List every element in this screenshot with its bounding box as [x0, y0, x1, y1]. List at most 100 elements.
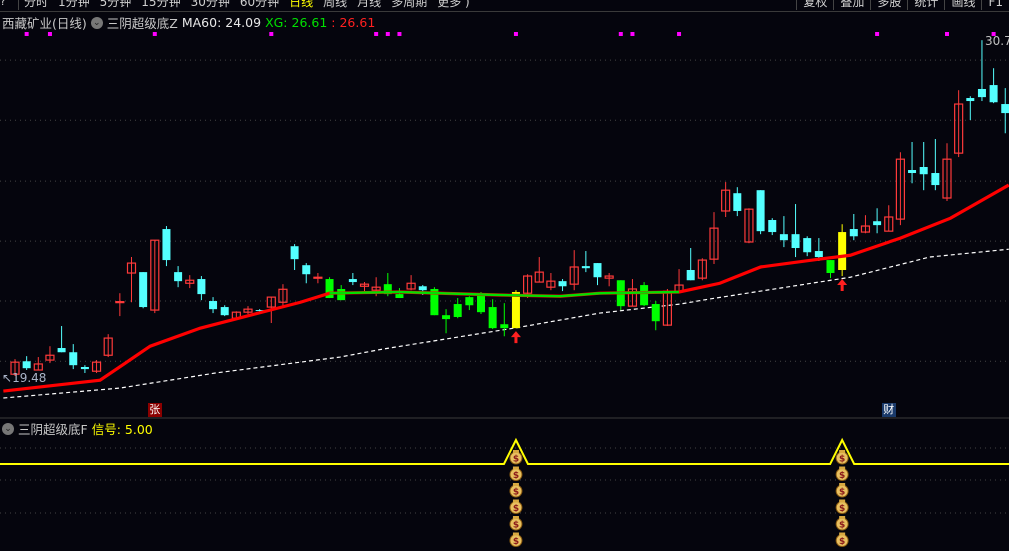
candle-body — [197, 279, 206, 295]
candle-body — [873, 221, 882, 226]
candle-body — [1001, 104, 1009, 114]
money-bag-tie — [839, 450, 846, 453]
candle-body — [488, 307, 497, 329]
candle-body — [348, 279, 357, 283]
candle-body — [756, 190, 765, 232]
candle-body — [395, 294, 404, 299]
signal-dot — [677, 32, 682, 36]
dollar-sign: $ — [513, 537, 519, 547]
signal-dot — [630, 32, 635, 36]
signal-dot — [618, 32, 623, 36]
lower-indicator-name[interactable]: 三阴超级底F — [18, 419, 88, 438]
candle-body — [826, 260, 835, 274]
candle-body — [593, 263, 602, 278]
money-bag-tie — [512, 499, 519, 503]
candle-body — [290, 246, 299, 260]
arrow-left-icon: ↖ — [2, 371, 13, 385]
event-badge[interactable]: 财 — [881, 403, 896, 417]
candle-body — [22, 361, 31, 369]
candle-body — [989, 85, 998, 103]
signal-dot — [945, 32, 949, 36]
signal-dot — [47, 32, 52, 36]
candle-body — [768, 220, 777, 233]
ma-red-line — [3, 183, 1009, 393]
candle-body — [779, 234, 788, 241]
candle-body — [418, 286, 427, 291]
candle-body — [977, 88, 986, 98]
candle-body — [686, 270, 695, 281]
candle-body — [931, 173, 940, 186]
money-bag-tie — [512, 516, 519, 519]
signal-dot — [875, 32, 880, 36]
candle-body — [511, 291, 520, 329]
signal-dot — [152, 32, 157, 36]
high-price-label: 30.7 — [985, 34, 1009, 48]
money-bag-tie — [512, 483, 519, 486]
candle-body — [581, 266, 590, 269]
dollar-sign: $ — [513, 455, 519, 465]
candle-body — [558, 281, 567, 287]
candle-body — [209, 301, 218, 310]
candle-body — [803, 238, 812, 253]
candle-body — [838, 232, 847, 271]
candle-body — [651, 304, 660, 322]
ma60-line — [3, 248, 1009, 399]
candle-body — [162, 229, 171, 261]
candle-body — [908, 170, 917, 174]
money-bag-tie — [839, 516, 846, 519]
low-price-value: 19.48 — [12, 371, 47, 385]
money-bag-tie — [512, 532, 519, 536]
candle-body — [477, 294, 485, 313]
candle-body — [500, 324, 509, 329]
candle-body — [442, 315, 451, 320]
candle-body — [791, 234, 800, 249]
event-badge[interactable]: 张 — [147, 403, 162, 417]
dollar-sign: $ — [513, 471, 519, 481]
candle-body — [313, 276, 323, 279]
signal-dot — [24, 32, 29, 36]
up-arrow-icon — [837, 279, 848, 292]
candle-body — [849, 229, 858, 237]
dollar-sign: $ — [839, 521, 845, 531]
signal-dot — [374, 32, 379, 36]
money-bag-tie — [839, 483, 846, 486]
candle-body — [465, 297, 474, 306]
candle-body — [57, 348, 66, 353]
candle-body — [733, 193, 742, 211]
dollar-sign: $ — [839, 537, 845, 547]
candle-body — [115, 301, 125, 304]
signal-dot — [269, 32, 274, 36]
candle-body — [139, 272, 148, 308]
candle-body — [966, 98, 975, 102]
signal-dot — [397, 32, 402, 36]
dollar-sign: $ — [839, 471, 845, 481]
candle-body — [80, 366, 89, 370]
candle-body — [453, 304, 462, 317]
candle-body — [69, 352, 78, 366]
dollar-sign: $ — [839, 488, 845, 498]
dollar-sign: $ — [839, 455, 845, 465]
signal-value: 信号: 5.00 — [91, 422, 153, 437]
candlestick-chart[interactable]: $ $ $ $ $ $ $ $ $ $ $ $ — [0, 0, 1009, 551]
signal-line — [0, 437, 1009, 465]
money-bag-tie — [512, 466, 519, 470]
up-arrow-icon — [510, 331, 521, 344]
candle-body — [220, 307, 229, 316]
candle-body — [640, 285, 649, 306]
money-bag-tie — [839, 499, 846, 503]
money-bag-tie — [839, 466, 846, 470]
candle-body — [174, 272, 183, 282]
dollar-sign: $ — [513, 521, 519, 531]
candle-body — [814, 251, 823, 258]
dollar-sign: $ — [513, 504, 519, 514]
dollar-sign: $ — [513, 488, 519, 498]
chevron-down-icon[interactable]: ⌄ — [2, 422, 14, 435]
candle-body — [302, 265, 311, 275]
lower-panel-header: ⌄ 三阴超级底F 信号: 5.00 — [2, 419, 153, 438]
candle-body — [919, 166, 928, 175]
signal-dot — [385, 32, 390, 36]
signal-dot — [513, 32, 518, 36]
dollar-sign: $ — [839, 504, 845, 514]
low-price-label: ↖19.48 — [2, 371, 46, 385]
money-bag-tie — [512, 450, 519, 453]
